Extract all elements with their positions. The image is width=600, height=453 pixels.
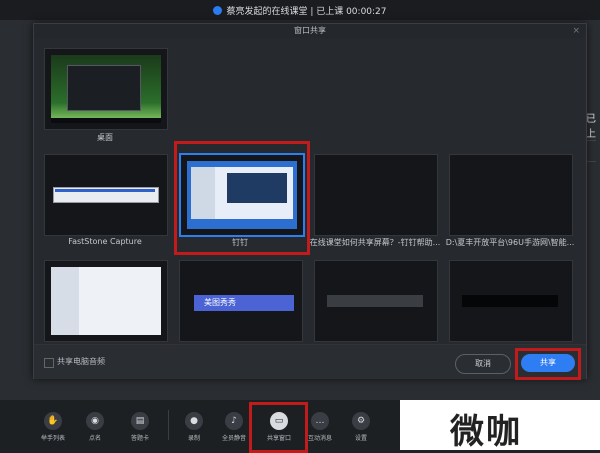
lock-icon: [213, 5, 223, 15]
window-thumb-folder[interactable]: [449, 154, 573, 236]
hand-icon: ✋: [44, 412, 62, 430]
toolbar-separator: [168, 410, 169, 440]
chat-icon: …: [311, 412, 329, 430]
window-thumb-desktop[interactable]: [44, 48, 168, 130]
share-button[interactable]: 共享: [521, 354, 575, 372]
class-status-bar: 蔡亮发起的在线课堂 | 已上课 00:00:27: [0, 0, 600, 20]
window-thumb-app-3[interactable]: [314, 260, 438, 342]
close-icon[interactable]: ×: [572, 24, 580, 38]
tool-hand-list[interactable]: ✋ 举手列表: [33, 412, 73, 442]
window-label-faststone: FastStone Capture: [68, 237, 142, 246]
window-thumb-app-1[interactable]: [44, 260, 168, 342]
meitu-preview: 美图秀秀: [186, 267, 296, 335]
mute-all-icon: ♪: [225, 412, 243, 430]
dialog-footer: 共享电脑音频 取消 共享: [34, 344, 586, 380]
class-status-text: 蔡亮发起的在线课堂 | 已上课 00:00:27: [226, 6, 387, 17]
window-label-dingtalk: 钉钉: [232, 238, 248, 247]
tool-label: 互动消息: [307, 435, 332, 442]
window-thumb-dingtalk[interactable]: [179, 153, 305, 237]
window-share-dialog: 窗口共享 × 桌面 FastStone Capture 钉钉 在线课堂如何共享屏…: [33, 23, 587, 380]
gear-icon: ⚙: [352, 412, 370, 430]
faststone-preview: [51, 161, 161, 229]
desktop-preview: [51, 55, 161, 123]
dingtalk-preview: [187, 161, 297, 229]
watermark-text: 微咖: [450, 412, 522, 452]
cancel-button[interactable]: 取消: [455, 354, 511, 374]
tool-label: 设置: [354, 435, 367, 442]
tool-record[interactable]: ● 录制: [174, 412, 214, 442]
window-label-desktop: 桌面: [97, 133, 113, 142]
tool-settings[interactable]: ⚙ 设置: [341, 412, 381, 442]
tool-mute-all[interactable]: ♪ 全员静音: [214, 412, 254, 442]
tool-label: 共享窗口: [266, 435, 291, 442]
location-pin-icon: ◉: [86, 412, 104, 430]
tool-label: 举手列表: [40, 435, 65, 442]
tool-label: 全员静音: [221, 435, 246, 442]
dialog-title: 窗口共享: [34, 24, 586, 38]
window-thumb-help-page[interactable]: [314, 154, 438, 236]
record-icon: ●: [185, 412, 203, 430]
share-audio-checkbox[interactable]: [44, 358, 54, 368]
share-window-icon: ▭: [270, 412, 288, 430]
tool-label: 录制: [187, 435, 200, 442]
tool-answer-card[interactable]: ▤ 答题卡: [120, 412, 160, 442]
window-thumb-faststone[interactable]: [44, 154, 168, 236]
window-thumb-meitu[interactable]: 美图秀秀: [179, 260, 303, 342]
answer-card-icon: ▤: [131, 412, 149, 430]
share-audio-label: 共享电脑音频: [57, 357, 105, 366]
tool-label: 点名: [88, 435, 101, 442]
window-thumb-app-4[interactable]: [449, 260, 573, 342]
tool-roll-call[interactable]: ◉ 点名: [75, 412, 115, 442]
app-1-preview: [51, 267, 161, 335]
tool-chat[interactable]: … 互动消息: [300, 412, 340, 442]
tool-share-window[interactable]: ▭ 共享窗口: [259, 412, 299, 442]
window-label-folder: D:\夏丰开放平台\96U手游网\智能...: [445, 238, 575, 247]
window-label-help-page: 在线课堂如何共享屏幕？-钉钉帮助...: [309, 238, 441, 247]
watermark: 微咖: [400, 400, 600, 452]
tool-label: 答题卡: [130, 435, 149, 442]
